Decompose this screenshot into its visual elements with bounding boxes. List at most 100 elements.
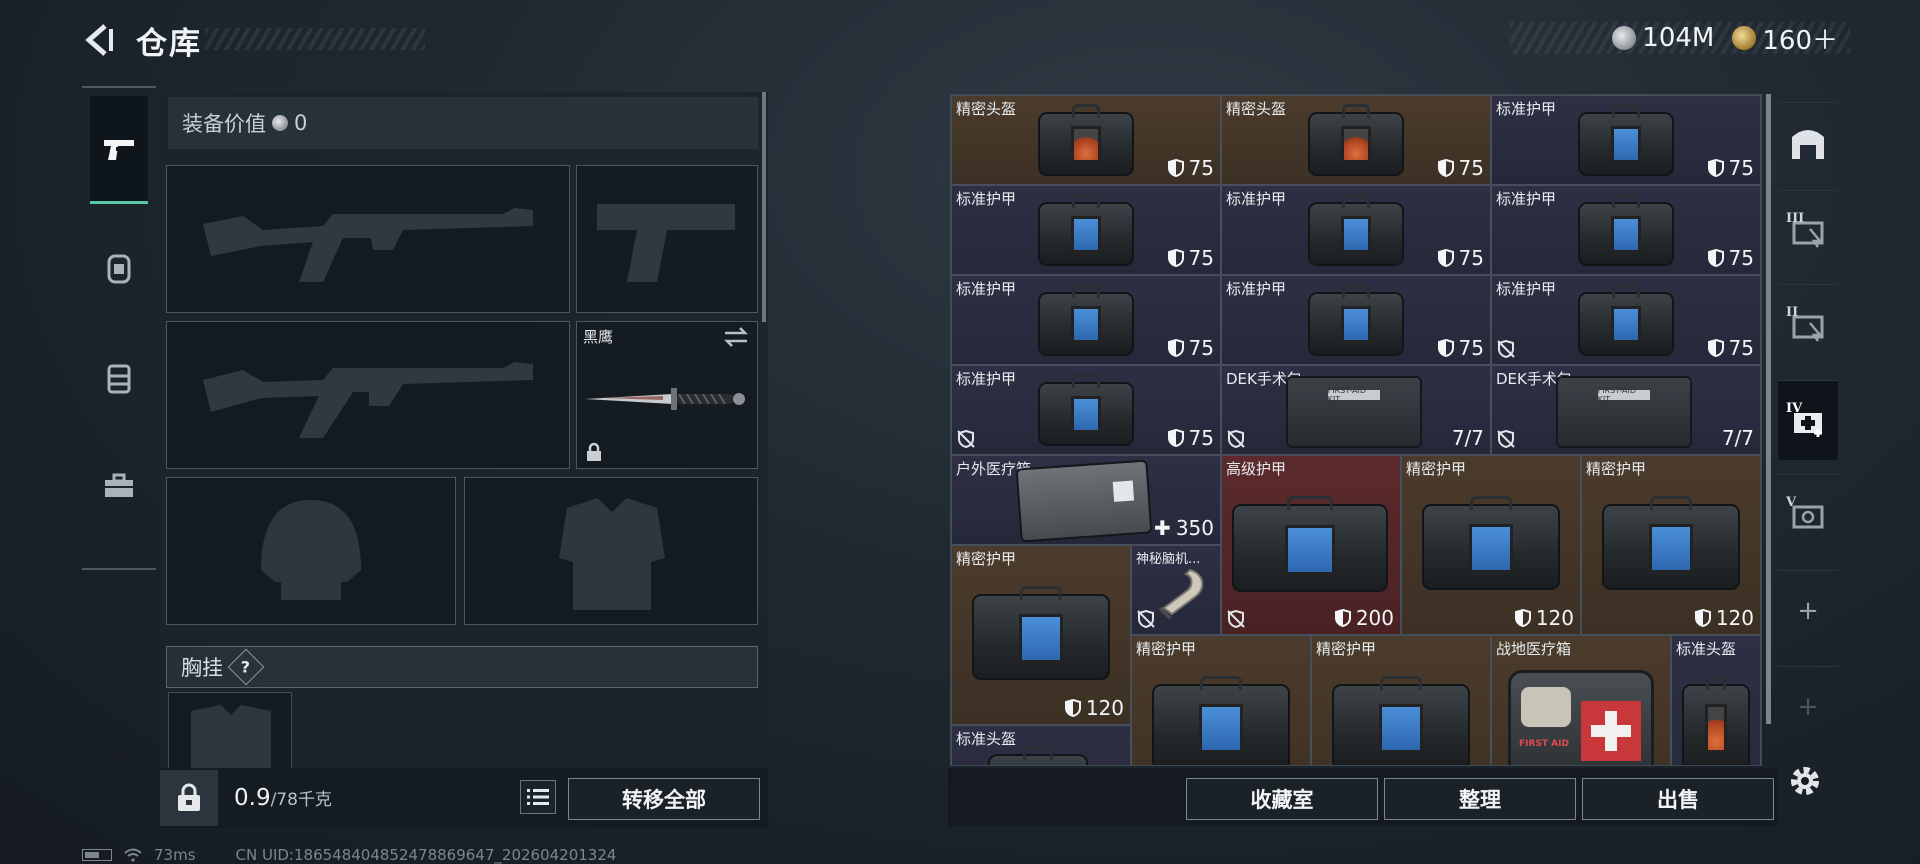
storage-item[interactable]: 战地医疗箱 FIRST AID: [1491, 635, 1671, 765]
melee-slot[interactable]: 黑鹰: [576, 321, 758, 469]
settings-gear-icon[interactable]: [1786, 762, 1824, 800]
tab-helmet-armor[interactable]: [90, 214, 148, 322]
armor-bag-icon: [1332, 676, 1470, 765]
plus-icon: ✚: [1154, 516, 1171, 540]
equipment-value-label: 装备价值: [182, 112, 266, 136]
storage-item[interactable]: 精密护甲 120: [951, 545, 1131, 725]
silver-currency[interactable]: 104M: [1612, 23, 1714, 53]
storage-item[interactable]: 标准护甲 75: [1221, 185, 1491, 275]
helmet-slot[interactable]: [166, 477, 456, 625]
back-button[interactable]: [80, 20, 120, 60]
item-value: 75: [1188, 156, 1214, 180]
item-value: 7/7: [1451, 426, 1484, 450]
help-button[interactable]: ?: [227, 648, 265, 686]
shield-icon: [1694, 609, 1711, 627]
armor-bag-icon: [1038, 374, 1134, 446]
item-name: 标准护甲: [1226, 190, 1287, 208]
list-view-button[interactable]: [520, 780, 556, 814]
storage-item[interactable]: 标准护甲 75: [951, 365, 1221, 455]
tab-storage-main[interactable]: [1778, 102, 1838, 182]
chest-rig-header: 胸挂 ?: [166, 646, 758, 688]
transfer-all-button[interactable]: 转移全部: [568, 778, 760, 820]
tab-v-label: V: [1786, 495, 1797, 510]
shield-icon: [1167, 429, 1184, 447]
chest-rig-silhouette-icon: [191, 705, 271, 771]
item-name: 标准护甲: [956, 370, 1017, 388]
item-uses: 7/7: [1452, 426, 1484, 450]
storage-item[interactable]: 精密护甲: [1131, 635, 1311, 765]
silver-coin-icon: [1612, 26, 1637, 50]
storage-grid: 精密头盔 75 精密头盔 75 标准护甲 75 标准护甲 75 标准护甲 75 …: [950, 94, 1762, 766]
chest-rig-slot[interactable]: [168, 692, 292, 772]
item-durability: 75: [1167, 156, 1214, 180]
back-arrow-icon: [85, 24, 113, 56]
item-name: 标准护甲: [956, 190, 1017, 208]
storage-item[interactable]: 户外医疗箱 ✚ 350: [951, 455, 1221, 545]
add-storage-tab-button[interactable]: +: [1778, 570, 1838, 650]
unrepairable-icon: [1227, 430, 1245, 448]
armor-slot[interactable]: [464, 477, 758, 625]
storage-scrollbar[interactable]: [1766, 94, 1771, 724]
organize-button[interactable]: 整理: [1384, 778, 1576, 820]
item-durability: 75: [1437, 246, 1484, 270]
storage-item[interactable]: 精密护甲: [1311, 635, 1491, 765]
safe-box-button[interactable]: [160, 770, 218, 826]
equipment-value-bar: 装备价值 0: [168, 97, 758, 149]
storage-item[interactable]: 精密头盔 75: [951, 95, 1221, 185]
storage-item[interactable]: 标准护甲 75: [951, 275, 1221, 365]
medkit-latch: [1521, 687, 1571, 727]
storage-item[interactable]: 标准护甲 75: [1491, 185, 1761, 275]
equipment-value: 0: [294, 111, 308, 135]
storage-item[interactable]: 标准护甲 75: [951, 185, 1221, 275]
primary-weapon-slot-1[interactable]: [166, 165, 570, 313]
red-cross-panel: [1581, 701, 1641, 761]
gold-currency[interactable]: 160＋: [1732, 20, 1838, 57]
vest-silhouette-icon: [559, 498, 665, 610]
storage-item[interactable]: 高级护甲 200: [1221, 455, 1401, 635]
category-tabs: [82, 86, 156, 570]
item-value: 75: [1728, 246, 1754, 270]
storage-item[interactable]: 标准护甲 75: [1221, 275, 1491, 365]
storage-item[interactable]: 精密护甲 120: [1581, 455, 1761, 635]
tab-weapons[interactable]: [90, 96, 148, 204]
storage-item[interactable]: DEK手术包 FIRST-AID KIT 7/7: [1221, 365, 1491, 455]
armor-bag-icon: [1308, 284, 1404, 356]
swap-icon[interactable]: [723, 326, 749, 348]
storage-item[interactable]: 神秘脑机...: [1131, 545, 1221, 635]
page-title: 仓库: [136, 26, 202, 62]
pistol-slot[interactable]: [576, 165, 758, 313]
sell-button[interactable]: 出售: [1582, 778, 1774, 820]
rifle-silhouette-icon: [203, 208, 533, 282]
storage-item[interactable]: 精密头盔 75: [1221, 95, 1491, 185]
storage-item[interactable]: 标准头盔: [951, 725, 1131, 765]
wifi-icon: [124, 848, 142, 862]
item-name: 高级护甲: [1226, 460, 1287, 478]
armor-bag-icon: [1152, 676, 1290, 765]
tab-vest[interactable]: [90, 324, 148, 432]
primary-weapon-slot-2[interactable]: [166, 321, 570, 469]
unrepairable-icon: [957, 430, 975, 448]
unrepairable-icon: [1497, 430, 1515, 448]
item-value: 75: [1188, 246, 1214, 270]
tab-storage-v[interactable]: V: [1778, 474, 1838, 554]
storage-item[interactable]: 标准护甲 75: [1491, 275, 1761, 365]
item-value: 200: [1355, 606, 1394, 630]
gold-coin-icon: [1732, 26, 1757, 50]
list-icon: [527, 789, 549, 805]
tab-storage-iv[interactable]: IV: [1778, 380, 1838, 460]
storage-item[interactable]: 精密护甲 120: [1401, 455, 1581, 635]
equipment-scrollbar[interactable]: [762, 92, 766, 322]
storage-item[interactable]: 标准头盔: [1671, 635, 1761, 765]
shield-icon: [1437, 339, 1454, 357]
storage-item[interactable]: 标准护甲 75: [1491, 95, 1761, 185]
item-healing: ✚ 350: [1154, 516, 1214, 540]
armor-bag-icon: [1308, 194, 1404, 266]
shield-icon: [1437, 249, 1454, 267]
tab-storage-iii[interactable]: III: [1778, 190, 1838, 270]
tab-storage-ii[interactable]: II: [1778, 284, 1838, 364]
item-durability: 75: [1707, 246, 1754, 270]
item-value: 120: [1715, 606, 1754, 630]
tab-backpack[interactable]: [90, 432, 148, 540]
collection-room-button[interactable]: 收藏室: [1186, 778, 1378, 820]
storage-item[interactable]: DEK手术包 FIRST-AID KIT 7/7: [1491, 365, 1761, 455]
